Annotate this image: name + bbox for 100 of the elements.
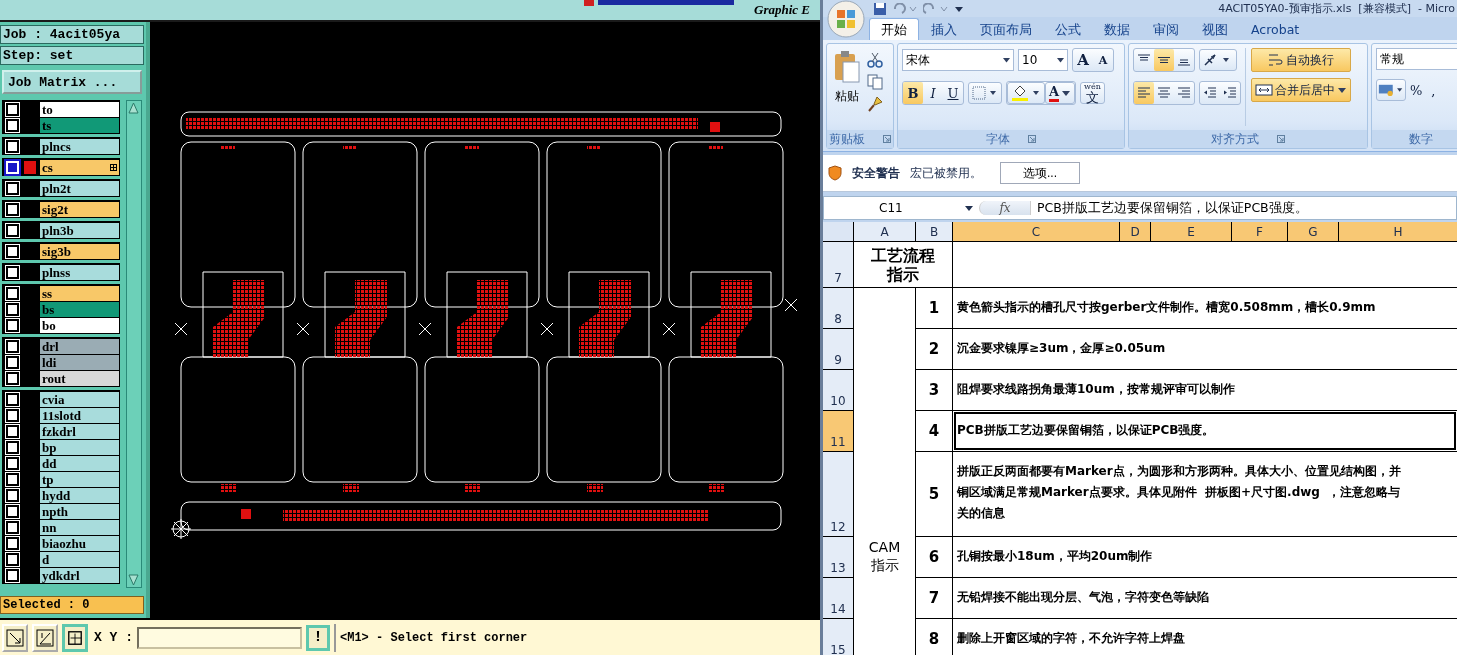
scrollbar[interactable] — [126, 100, 142, 588]
row-header[interactable]: 8 — [823, 288, 853, 328]
layer-checkbox[interactable] — [6, 552, 19, 566]
layer-checkbox[interactable] — [6, 371, 19, 385]
expand-icon[interactable] — [110, 163, 117, 171]
job-matrix-button[interactable]: Job Matrix ... — [2, 70, 142, 94]
formula-field[interactable]: PCB拼版工艺边要保留铜箔，以保证PCB强度。 — [1037, 199, 1308, 217]
ribbon-tab[interactable]: 插入 — [920, 19, 968, 40]
column-header[interactable]: E — [1151, 222, 1231, 241]
number-format-field[interactable]: 常规 — [1376, 48, 1457, 70]
ribbon-tab[interactable]: 公式 — [1044, 19, 1092, 40]
column-header[interactable]: G — [1288, 222, 1338, 241]
layer-checkbox[interactable] — [6, 440, 19, 454]
layer-name[interactable]: plncs — [40, 138, 119, 154]
row-header[interactable]: 12 — [823, 452, 853, 536]
layer-checkbox[interactable] — [6, 223, 19, 237]
layer-name[interactable]: sig3b — [40, 243, 119, 259]
layer-checkbox[interactable] — [6, 265, 19, 279]
format-painter-icon[interactable] — [867, 96, 883, 112]
layer-name[interactable]: bo — [40, 317, 119, 333]
layer-name[interactable]: cs — [40, 159, 119, 175]
font-size-field[interactable]: 10 — [1018, 49, 1068, 71]
dialog-launcher-icon[interactable] — [1028, 135, 1036, 143]
column-header[interactable]: B — [916, 222, 952, 241]
column-header[interactable]: A — [854, 222, 915, 241]
paste-button[interactable]: 粘贴 — [831, 48, 863, 126]
layer-name[interactable]: dd — [40, 455, 119, 471]
layer-name[interactable]: tp — [40, 471, 119, 487]
layer-name[interactable]: fzkdrl — [40, 423, 119, 439]
layer-checkbox[interactable] — [6, 302, 19, 316]
ribbon-tab[interactable]: 审阅 — [1142, 19, 1190, 40]
layer-name[interactable]: ss — [40, 285, 119, 301]
comma-button[interactable]: , — [1426, 79, 1441, 101]
row-header[interactable]: 13 — [823, 537, 853, 577]
layer-name[interactable]: nn — [40, 519, 119, 535]
layer-name[interactable]: rout — [40, 370, 119, 386]
font-name-field[interactable]: 宋体 — [902, 49, 1014, 71]
phonetic-guide-button[interactable]: wén 文 — [1080, 82, 1105, 104]
layer-name[interactable]: sig2t — [40, 201, 119, 217]
layer-checkbox[interactable] — [6, 181, 19, 195]
ribbon-tab[interactable]: 页面布局 — [969, 19, 1043, 40]
layer-name[interactable]: d — [40, 551, 119, 567]
wrap-text-button[interactable]: 自动换行 — [1251, 48, 1351, 72]
caret-icon[interactable] — [1057, 57, 1064, 63]
fill-color-button[interactable] — [1007, 82, 1045, 104]
save-icon[interactable] — [873, 1, 887, 16]
layer-checkbox[interactable] — [6, 488, 19, 502]
grow-font-button[interactable]: A — [1073, 49, 1093, 71]
options-button[interactable]: 选项... — [1000, 162, 1080, 184]
orientation-button[interactable] — [1199, 49, 1237, 71]
coordinate-field[interactable] — [137, 626, 302, 649]
zoom-tool-button[interactable] — [2, 623, 28, 652]
row-header[interactable]: 9 — [823, 329, 853, 369]
ribbon-tab[interactable]: 视图 — [1191, 19, 1239, 40]
column-header[interactable]: F — [1232, 222, 1287, 241]
bold-button[interactable]: B — [903, 82, 923, 104]
layer-name[interactable]: ldi — [40, 354, 119, 370]
row-header[interactable]: 7 — [823, 242, 853, 287]
ribbon-tab[interactable]: 开始 — [869, 18, 919, 40]
row-header[interactable]: 15 — [823, 619, 853, 655]
layer-name[interactable]: pln3b — [40, 222, 119, 238]
dialog-launcher-icon[interactable] — [1277, 135, 1285, 143]
layer-checkbox[interactable] — [6, 472, 19, 486]
layer-checkbox[interactable] — [6, 392, 19, 406]
layer-checkbox[interactable] — [6, 520, 19, 534]
layer-checkbox[interactable] — [6, 504, 19, 518]
caret-icon[interactable] — [1003, 57, 1010, 63]
alert-button[interactable]: ! — [306, 624, 330, 651]
layer-name[interactable]: hydd — [40, 487, 119, 503]
shrink-font-button[interactable]: A — [1093, 49, 1113, 71]
layer-name[interactable]: drl — [40, 338, 119, 354]
caret-icon[interactable] — [1337, 85, 1347, 95]
column-header[interactable]: H — [1339, 222, 1457, 241]
layer-checkbox[interactable] — [6, 339, 19, 353]
italic-button[interactable]: I — [923, 82, 943, 104]
column-header[interactable]: D — [1120, 222, 1150, 241]
dialog-launcher-icon[interactable] — [883, 135, 891, 143]
merge-center-button[interactable]: 合并后居中 — [1251, 78, 1351, 102]
align-left-button[interactable] — [1134, 82, 1154, 104]
layer-checkbox[interactable] — [6, 424, 19, 438]
layer-name[interactable]: plnss — [40, 264, 119, 280]
layer-checkbox[interactable] — [6, 536, 19, 550]
angle-tool-button[interactable] — [32, 623, 58, 652]
align-middle-button[interactable] — [1154, 49, 1174, 71]
layer-checkbox[interactable] — [6, 118, 19, 132]
font-color-button[interactable]: A — [1045, 82, 1076, 104]
layer-checkbox[interactable] — [6, 202, 19, 216]
layer-name[interactable]: bp — [40, 439, 119, 455]
scroll-up-icon[interactable] — [127, 101, 140, 115]
layer-name[interactable]: pln2t — [40, 180, 119, 196]
layer-checkbox[interactable] — [6, 568, 19, 582]
layer-checkbox[interactable] — [6, 244, 19, 258]
layer-checkbox[interactable] — [6, 102, 19, 116]
layer-name[interactable]: npth — [40, 503, 119, 519]
grid-tool-button[interactable] — [62, 623, 88, 652]
ribbon-tab[interactable]: Acrobat — [1240, 19, 1311, 40]
layer-name[interactable]: ydkdrl — [40, 567, 119, 583]
name-box[interactable]: C11 — [824, 201, 979, 215]
row-header[interactable]: 10 — [823, 370, 853, 410]
layer-checkbox[interactable] — [6, 355, 19, 369]
